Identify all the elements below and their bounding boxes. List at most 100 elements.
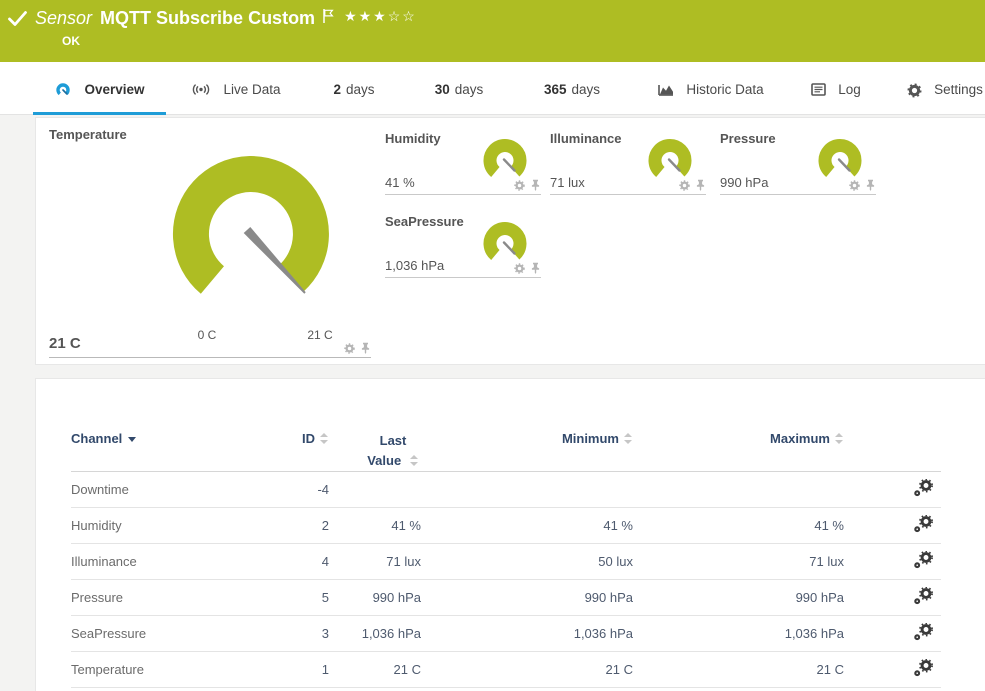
column-header-id[interactable]: ID (261, 421, 329, 472)
channel-minimum: 990 hPa (421, 580, 633, 616)
column-header-maximum[interactable]: Maximum (633, 421, 844, 472)
gauge-settings-gear-icon[interactable] (514, 263, 525, 274)
primary-gauge-title: Temperature (49, 127, 127, 142)
gauge-settings-gear-icon[interactable] (679, 180, 690, 191)
column-header-channel[interactable]: Channel (71, 421, 261, 472)
tab-label: days (346, 82, 375, 97)
mini-gauge-illuminance: Illuminance 71 lux (550, 126, 706, 195)
channel-maximum: 41 % (633, 508, 844, 544)
gauge-settings-gear-icon[interactable] (344, 343, 355, 354)
channel-name[interactable]: Downtime (71, 472, 261, 508)
channel-table: Channel ID Last Value Minimum Maximum Do… (71, 421, 941, 688)
sensor-title: MQTT Subscribe Custom (100, 8, 315, 29)
tab-settings[interactable]: Settings (900, 77, 985, 115)
sort-both-icon (624, 433, 633, 444)
ok-check-icon (8, 10, 27, 27)
channel-last-value: 1,036 hPa (329, 616, 421, 652)
tab-live-data[interactable]: Live Data (180, 77, 292, 115)
channel-id: 1 (261, 652, 329, 688)
gear-icon (907, 83, 922, 98)
tab-2-days[interactable]: 2days (316, 77, 392, 115)
channel-minimum (421, 472, 633, 508)
channel-name[interactable]: Illuminance (71, 544, 261, 580)
log-list-icon (811, 83, 826, 96)
sensor-status-header: Sensor MQTT Subscribe Custom ★★★☆☆ OK (0, 0, 985, 62)
channel-settings-icon[interactable] (913, 587, 933, 605)
sort-both-icon (835, 433, 844, 444)
channel-minimum: 1,036 hPa (421, 616, 633, 652)
column-label: Maximum (770, 431, 830, 446)
object-kind-label: Sensor (35, 8, 92, 29)
temperature-gauge (171, 154, 331, 314)
channel-settings-icon[interactable] (913, 479, 933, 497)
channel-name[interactable]: Pressure (71, 580, 261, 616)
tab-historic-data[interactable]: Historic Data (642, 77, 780, 115)
channel-minimum: 21 C (421, 652, 633, 688)
mini-gauge-title: SeaPressure (385, 214, 464, 229)
table-header-row: Channel ID Last Value Minimum Maximum (71, 421, 941, 472)
gauge-pin-icon[interactable] (530, 179, 541, 191)
tab-30-days[interactable]: 30days (416, 77, 502, 115)
channel-last-value: 990 hPa (329, 580, 421, 616)
priority-flag-icon[interactable] (323, 9, 334, 23)
channel-maximum: 1,036 hPa (633, 616, 844, 652)
column-header-minimum[interactable]: Minimum (421, 421, 633, 472)
tab-overview[interactable]: Overview (33, 77, 166, 115)
channel-maximum (633, 472, 844, 508)
mini-gauge-value: 1,036 hPa (385, 258, 444, 273)
gauge-icon (54, 83, 72, 99)
gauge-pin-icon[interactable] (530, 262, 541, 274)
tab-365-days[interactable]: 365 days (526, 77, 618, 115)
column-label: Last Value (367, 433, 406, 468)
table-row: Downtime -4 (71, 472, 941, 508)
channel-last-value: 71 lux (329, 544, 421, 580)
mini-gauge-value: 990 hPa (720, 175, 768, 190)
tab-label: Overview (84, 82, 144, 97)
channel-maximum: 990 hPa (633, 580, 844, 616)
priority-stars[interactable]: ★★★☆☆ (344, 8, 417, 25)
gauge-pin-icon[interactable] (360, 342, 371, 354)
channel-settings-icon[interactable] (913, 551, 933, 569)
tab-prefix: 365 (544, 82, 567, 97)
mini-gauge-pressure: Pressure 990 hPa (720, 126, 876, 195)
channel-settings-icon[interactable] (913, 659, 933, 677)
tab-log[interactable]: Log (800, 77, 872, 115)
table-row: Pressure 5 990 hPa 990 hPa 990 hPa (71, 580, 941, 616)
mini-gauge-title: Pressure (720, 131, 776, 146)
tab-label: days (572, 82, 601, 97)
channel-name[interactable]: SeaPressure (71, 616, 261, 652)
table-row: Humidity 2 41 % 41 % 41 % (71, 508, 941, 544)
area-chart-icon (658, 83, 674, 96)
gauge-settings-gear-icon[interactable] (849, 180, 860, 191)
column-label: Channel (71, 431, 122, 446)
channel-last-value: 21 C (329, 652, 421, 688)
table-row: Temperature 1 21 C 21 C 21 C (71, 652, 941, 688)
status-badge: OK (62, 34, 80, 48)
column-label: Minimum (562, 431, 619, 446)
channel-maximum: 21 C (633, 652, 844, 688)
channels-panel: Channel ID Last Value Minimum Maximum Do… (35, 378, 985, 691)
channel-id: 5 (261, 580, 329, 616)
channel-settings-icon[interactable] (913, 515, 933, 533)
gauge-pin-icon[interactable] (695, 179, 706, 191)
channel-last-value (329, 472, 421, 508)
column-label: ID (302, 431, 315, 446)
tab-label: Live Data (223, 82, 280, 97)
channel-name[interactable]: Humidity (71, 508, 261, 544)
gauge-settings-gear-icon[interactable] (514, 180, 525, 191)
gauge-pin-icon[interactable] (865, 179, 876, 191)
gauge-scale-min: 0 C (185, 328, 229, 342)
sort-both-icon (320, 433, 329, 444)
primary-gauge-value: 21 C (49, 335, 81, 352)
column-header-last-value[interactable]: Last Value (329, 421, 421, 472)
channel-id: -4 (261, 472, 329, 508)
channel-maximum: 71 lux (633, 544, 844, 580)
channel-minimum: 41 % (421, 508, 633, 544)
mini-gauge-title: Illuminance (550, 131, 622, 146)
channel-minimum: 50 lux (421, 544, 633, 580)
sort-desc-icon (128, 437, 136, 442)
mini-gauge-title: Humidity (385, 131, 441, 146)
channel-name[interactable]: Temperature (71, 652, 261, 688)
channel-settings-icon[interactable] (913, 623, 933, 641)
channel-id: 3 (261, 616, 329, 652)
